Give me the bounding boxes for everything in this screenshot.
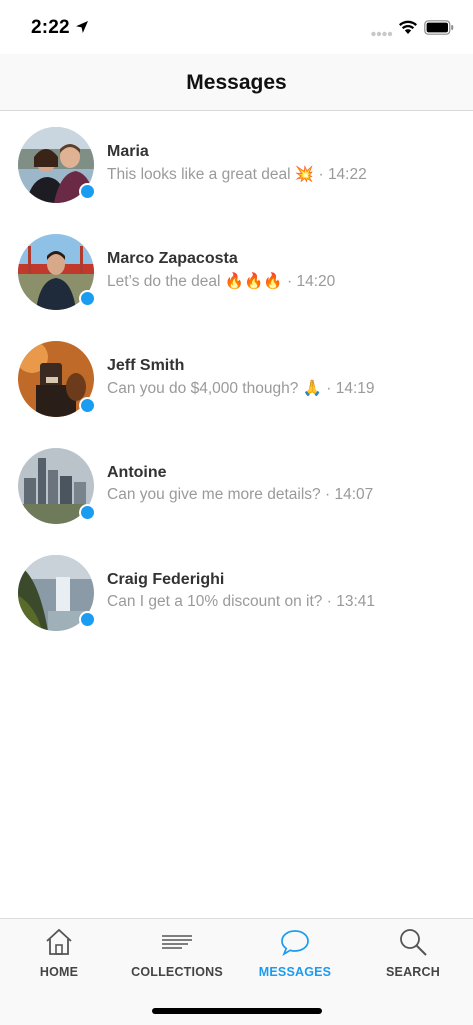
conversation-row-antoine[interactable]: Antoine Can you give me more details? · …: [0, 432, 473, 532]
separator: ·: [318, 166, 324, 183]
preview-emoji: 🙏: [302, 379, 322, 397]
wifi-icon: [399, 20, 417, 34]
collections-icon: [162, 935, 192, 949]
message-preview: Can you do $4,000 though? 🙏 · 14:19: [107, 379, 375, 398]
tab-label: COLLECTIONS: [131, 965, 223, 979]
online-status-dot: [79, 504, 96, 521]
chat-bubble-icon: [281, 930, 309, 957]
conversation-row-marco-zapacosta[interactable]: Marco Zapacosta Let’s do the deal 🔥🔥🔥 · …: [0, 218, 473, 318]
tab-home[interactable]: HOME: [0, 919, 118, 999]
message-time: 14:20: [296, 273, 336, 290]
separator: ·: [326, 380, 332, 397]
message-time: 14:22: [327, 166, 367, 183]
separator: ·: [324, 486, 331, 503]
page-title: Messages: [186, 71, 287, 94]
signal-dots-icon: [371, 31, 393, 37]
preview-text: Let’s do the deal: [107, 273, 221, 290]
message-preview: This looks like a great deal 💥 · 14:22: [107, 165, 367, 184]
online-status-dot: [79, 183, 96, 200]
preview-emoji: 🔥🔥🔥: [224, 272, 283, 290]
conversation-row-maria[interactable]: Maria This looks like a great deal 💥 · 1…: [0, 111, 473, 211]
online-status-dot: [79, 397, 96, 414]
location-arrow-icon: [76, 21, 88, 33]
message-time: 13:41: [336, 593, 376, 610]
separator: ·: [326, 593, 332, 610]
separator: ·: [287, 273, 293, 290]
preview-text: Can you do $4,000 though?: [107, 380, 299, 397]
tab-search[interactable]: SEARCH: [354, 919, 472, 999]
preview-text: Can I get a 10% discount on it?: [107, 593, 323, 610]
contact-name: Maria: [107, 143, 149, 160]
message-time: 14:07: [334, 486, 374, 503]
message-preview: Can I get a 10% discount on it? · 13:41: [107, 593, 375, 611]
home-indicator: [152, 1008, 322, 1014]
tab-label: MESSAGES: [258, 965, 332, 979]
conversation-row-jeff-smith[interactable]: Jeff Smith Can you do $4,000 though? 🙏 ·…: [0, 325, 473, 425]
online-status-dot: [79, 611, 96, 628]
contact-name: Jeff Smith: [107, 357, 185, 374]
tab-collections[interactable]: COLLECTIONS: [118, 919, 236, 999]
tab-label: HOME: [39, 965, 79, 979]
preview-emoji: 💥: [294, 165, 315, 183]
message-time: 14:19: [335, 380, 375, 397]
preview-text: Can you give me more details?: [107, 486, 321, 503]
status-time: 2:22: [31, 17, 70, 38]
battery-icon: [424, 20, 454, 35]
message-preview: Can you give me more details? · 14:07: [107, 486, 373, 504]
contact-name: Antoine: [107, 464, 167, 481]
search-icon: [400, 929, 427, 956]
status-bar: 2:22: [0, 0, 473, 54]
tab-messages[interactable]: MESSAGES: [236, 919, 354, 999]
message-preview: Let’s do the deal 🔥🔥🔥 · 14:20: [107, 272, 335, 291]
online-status-dot: [79, 290, 96, 307]
tab-label: SEARCH: [386, 965, 440, 979]
preview-text: This looks like a great deal: [107, 166, 291, 183]
contact-name: Marco Zapacosta: [107, 250, 238, 267]
conversation-row-craig-federighi[interactable]: Craig Federighi Can I get a 10% discount…: [0, 539, 473, 639]
nav-header: Messages: [0, 54, 473, 111]
contact-name: Craig Federighi: [107, 571, 225, 588]
home-icon: [46, 928, 72, 955]
